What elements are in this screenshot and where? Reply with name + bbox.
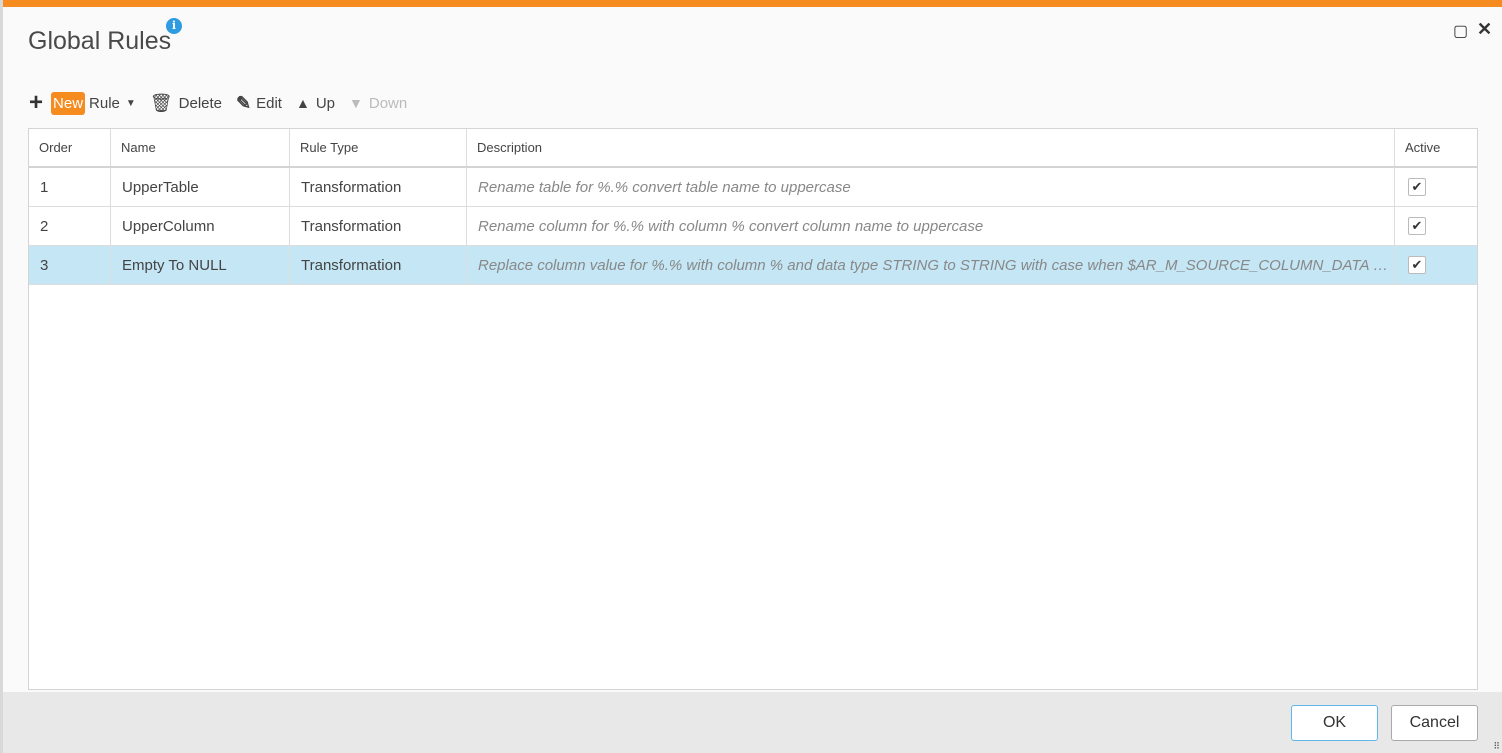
cancel-button[interactable]: Cancel [1391,705,1478,741]
order-cell: 2 [29,207,111,245]
new-label: New [51,91,86,115]
triangle-down-icon: ▼ [349,95,363,111]
type-cell: Transformation [290,207,467,245]
description-cell: Rename table for %.% convert table name … [478,178,851,196]
edit-button[interactable]: ✎ Edit [236,93,282,114]
plus-icon: + [29,89,44,116]
resize-grip-icon[interactable]: ⠿ [1493,741,1500,752]
order-cell: 1 [29,168,111,206]
table-row[interactable]: 1 UpperTable Transformation Rename table… [29,168,1477,207]
info-icon[interactable]: i [166,18,182,34]
table-row[interactable]: 2 UpperColumn Transformation Rename colu… [29,207,1477,246]
global-rules-dialog: Global Rules i ▢ ✕ + New Rule ▼ 🗑 Delete… [3,0,1502,753]
close-icon[interactable]: ✕ [1477,19,1492,40]
delete-button[interactable]: 🗑 Delete [150,93,222,114]
rules-table: Order Name Rule Type Description Active … [28,128,1478,690]
new-rule-button[interactable]: + New Rule ▼ [29,89,136,117]
caret-down-icon: ▼ [125,97,136,109]
active-checkbox[interactable]: ✔ [1408,217,1426,235]
edit-icon: ✎ [236,92,252,113]
table-row-selected[interactable]: 3 Empty To NULL Transformation Replace c… [29,246,1477,285]
delete-label: Delete [178,94,223,112]
up-label: Up [315,94,336,112]
order-cell: 3 [29,246,111,284]
header-name[interactable]: Name [111,129,290,166]
ok-button[interactable]: OK [1291,705,1378,741]
table-header: Order Name Rule Type Description Active [29,129,1477,168]
toolbar: + New Rule ▼ 🗑 Delete ✎ Edit ▲ Up ▼ Down [29,89,421,117]
maximize-icon[interactable]: ▢ [1453,21,1468,41]
name-cell: UpperColumn [111,207,290,245]
triangle-up-icon: ▲ [295,95,310,111]
header-description[interactable]: Description [467,129,1395,166]
rule-label: Rule [89,94,120,112]
active-checkbox[interactable]: ✔ [1408,178,1426,196]
type-cell: Transformation [290,246,467,284]
active-checkbox[interactable]: ✔ [1408,256,1426,274]
name-cell: UpperTable [111,168,290,206]
description-cell: Rename column for %.% with column % conv… [478,217,984,235]
header-active[interactable]: Active [1395,129,1477,166]
trash-icon: 🗑 [149,92,173,113]
type-cell: Transformation [290,168,467,206]
up-button[interactable]: ▲ Up [296,95,335,112]
edit-label: Edit [256,94,282,112]
name-cell: Empty To NULL [111,246,290,284]
description-cell: Replace column value for %.% with column… [478,256,1394,274]
header-rule-type[interactable]: Rule Type [290,129,467,166]
dialog-title: Global Rules [28,27,172,55]
header-order[interactable]: Order [29,129,111,166]
dialog-footer: OK Cancel ⠿ [3,692,1502,753]
down-label: Down [368,94,408,112]
down-button[interactable]: ▼ Down [349,95,407,112]
